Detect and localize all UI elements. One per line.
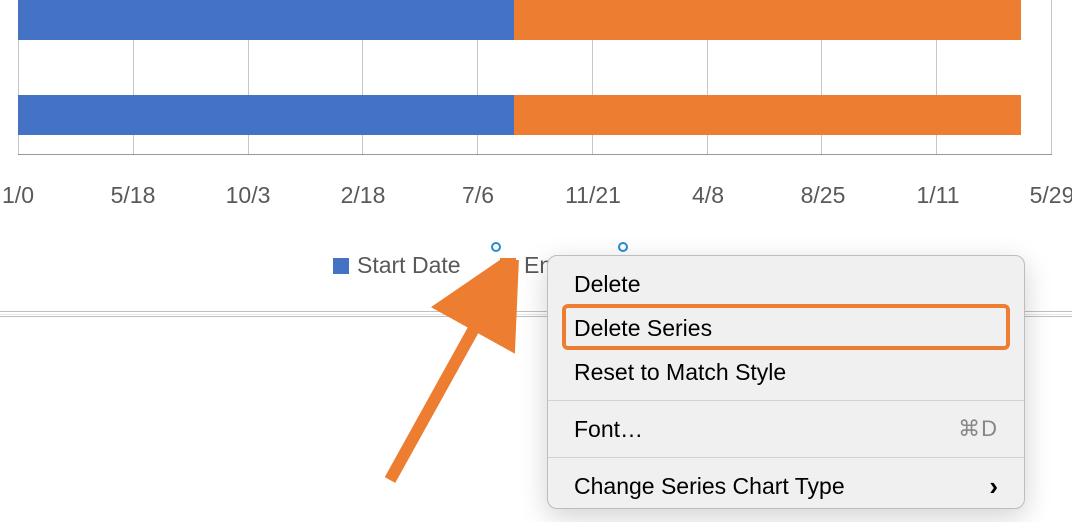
bar-start-date-row-1[interactable] <box>18 0 514 40</box>
menu-separator <box>548 400 1024 401</box>
menu-item-delete-series[interactable]: Delete Series <box>548 306 1024 350</box>
x-tick: 1/11 <box>916 182 959 209</box>
x-axis-line <box>18 154 1052 155</box>
menu-item-label: Reset to Match Style <box>574 359 786 386</box>
x-tick: 4/8 <box>692 182 724 209</box>
bar-start-date-row-2[interactable] <box>18 95 514 135</box>
chart-plot-area[interactable] <box>18 0 1052 155</box>
x-tick: 8/25 <box>801 182 846 209</box>
menu-item-label: Delete Series <box>574 315 712 342</box>
menu-separator <box>548 457 1024 458</box>
x-tick: 7/6 <box>462 182 494 209</box>
x-tick: 5/29 <box>1030 182 1072 209</box>
menu-item-label: Delete <box>574 271 640 298</box>
x-tick: 5/18 <box>111 182 156 209</box>
x-tick: 2/18 <box>341 182 386 209</box>
annotation-arrow-icon <box>360 260 540 490</box>
menu-item-shortcut: ⌘D <box>958 416 998 442</box>
x-tick: 11/21 <box>565 182 621 209</box>
legend-label-start-date: Start Date <box>357 252 461 279</box>
legend-swatch-start-date <box>333 258 349 274</box>
x-tick: 10/3 <box>226 182 271 209</box>
x-tick: 1/0 <box>2 182 34 209</box>
bar-end-date-row-1[interactable] <box>514 0 1021 40</box>
legend-item-end-date[interactable]: En <box>500 252 552 279</box>
legend-item-start-date[interactable]: Start Date <box>333 252 461 279</box>
selection-handle[interactable] <box>491 242 501 252</box>
gridline <box>1051 0 1052 155</box>
bar-end-date-row-2[interactable] <box>514 95 1021 135</box>
context-menu: Delete Delete Series Reset to Match Styl… <box>547 255 1025 509</box>
legend-swatch-end-date <box>500 258 516 274</box>
selection-handle[interactable] <box>618 242 628 252</box>
menu-item-font[interactable]: Font… ⌘D <box>548 407 1024 451</box>
menu-item-label: Font… <box>574 416 643 443</box>
x-axis: 1/0 5/18 10/3 2/18 7/6 11/21 4/8 8/25 1/… <box>0 182 1072 212</box>
menu-item-reset-to-match-style[interactable]: Reset to Match Style <box>548 350 1024 394</box>
selection-handle[interactable] <box>491 274 501 284</box>
menu-item-delete[interactable]: Delete <box>548 262 1024 306</box>
menu-item-label: Change Series Chart Type <box>574 473 845 500</box>
menu-item-change-series-chart-type[interactable]: Change Series Chart Type › <box>548 464 1024 508</box>
chevron-right-icon: › <box>989 471 998 502</box>
